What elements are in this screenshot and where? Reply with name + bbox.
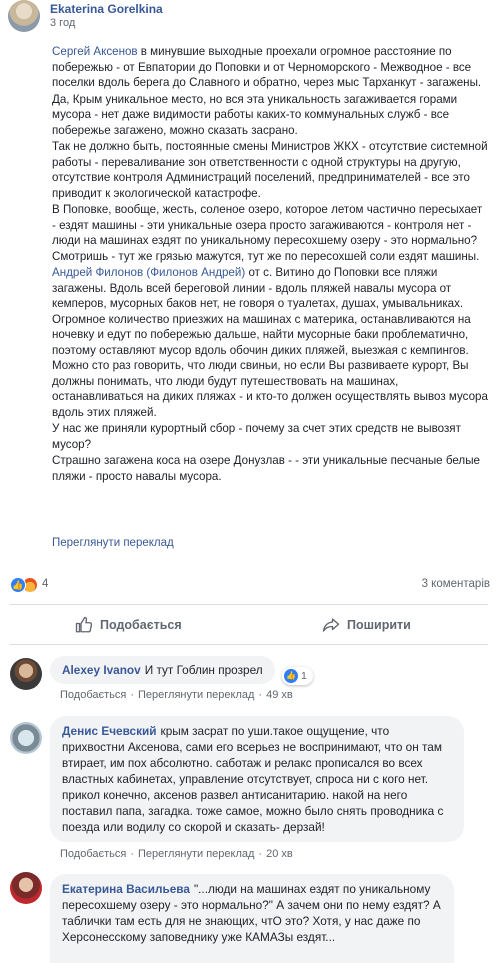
comment-author[interactable]: Денис Ечевский: [62, 724, 157, 738]
author-avatar[interactable]: [8, 0, 40, 32]
post-paragraph-4: В Поповке, вообще, жесть, соленое озеро,…: [52, 203, 483, 263]
reaction-count[interactable]: 4: [42, 578, 48, 590]
comment-actions: Подобається · Переглянути переклад · 49 хв: [60, 689, 293, 701]
post-header: Ekaterina Gorelkina 3 год: [0, 0, 497, 36]
share-button-label: Поширити: [347, 618, 411, 632]
comment-text: крым засрат по уши.такое ощущение, что п…: [62, 724, 444, 834]
post-author-name[interactable]: Ekaterina Gorelkina: [50, 2, 163, 16]
commenter-avatar[interactable]: [10, 722, 42, 754]
like-reaction-icon: 👍: [10, 577, 26, 593]
post-paragraph-2: Да, Крым уникальное место, но вся эта ун…: [52, 92, 458, 137]
comment-translate-link[interactable]: Переглянути переклад: [138, 689, 254, 701]
post-paragraph-1: Сергей Аксенов в минувшие выходные проех…: [52, 44, 488, 91]
post-paragraph-5-text: от с. Витино до Поповки все пляжи загаже…: [52, 266, 488, 419]
comment-author[interactable]: Екатерина Васильева: [62, 882, 190, 896]
post-paragraph-3: Так не должно быть, постоянные смены Мин…: [52, 140, 488, 200]
comment-reactions[interactable]: 👍 1: [282, 667, 313, 685]
mention-link[interactable]: Сергей Аксенов: [52, 45, 138, 58]
comment-like-link[interactable]: Подобається: [60, 848, 126, 860]
comment-bubble: Екатерина Васильева "...люди на машинах е…: [50, 874, 454, 963]
comments-count[interactable]: 3 коментарів: [422, 578, 490, 590]
divider: [10, 604, 488, 605]
like-button-label: Подобається: [100, 618, 182, 632]
share-arrow-icon: [322, 618, 340, 632]
comment-bubble: Alexey Ivanov И тут Гоблин прозрел: [50, 656, 275, 684]
share-button[interactable]: Поширити: [322, 606, 411, 644]
comment-time[interactable]: 49 хв: [266, 689, 293, 701]
mention-link[interactable]: Андрей Филонов (Филонов Андрей): [52, 266, 245, 279]
comment-text: И тут Гоблин прозрел: [144, 663, 263, 677]
commenter-avatar[interactable]: [10, 658, 42, 690]
comment-time[interactable]: 20 хв: [266, 848, 293, 860]
post-timestamp[interactable]: 3 год: [50, 17, 75, 29]
post-paragraph-6: У нас же приняли курортный сбор - почему…: [52, 422, 461, 451]
comment-translate-link[interactable]: Переглянути переклад: [138, 848, 254, 860]
post-paragraph-5: Андрей Филонов (Филонов Андрей) от с. Ви…: [52, 265, 488, 420]
post-body: Сергей Аксенов в минувшие выходные проех…: [52, 44, 488, 485]
divider: [10, 644, 488, 645]
see-translation-link[interactable]: Переглянути переклад: [52, 537, 174, 549]
comment-reaction-count: 1: [301, 670, 307, 682]
like-button[interactable]: Подобається: [75, 606, 182, 644]
post-paragraph-7: Страшно загажена коса на озере Донузлав …: [52, 454, 480, 483]
reactions-summary[interactable]: 👍 4 3 коментарів: [10, 575, 490, 595]
comment-like-link[interactable]: Подобається: [60, 689, 126, 701]
comment-actions: Подобається · Переглянути переклад · 20 хв: [60, 848, 293, 860]
commenter-avatar[interactable]: [10, 872, 42, 904]
thumbs-up-icon: [75, 616, 93, 633]
like-reaction-icon: 👍: [284, 669, 298, 683]
post-actions: Подобається Поширити: [0, 606, 497, 644]
comment-author[interactable]: Alexey Ivanov: [62, 663, 141, 677]
comment-bubble: Денис Ечевский крым засрат по уши.такое о…: [50, 716, 464, 842]
